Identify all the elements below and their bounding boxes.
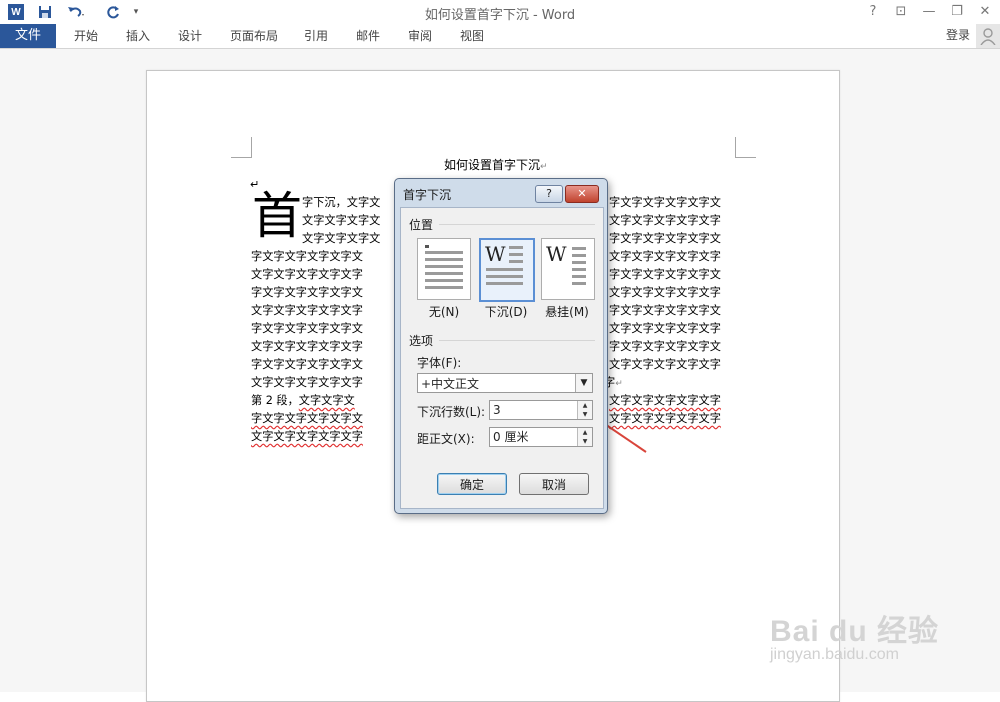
- close-button[interactable]: ✕: [974, 3, 996, 21]
- tab-file[interactable]: 文件: [0, 24, 56, 48]
- avatar[interactable]: [976, 24, 1000, 48]
- font-dropdown[interactable]: +中文正文 ▼: [417, 373, 593, 393]
- spin-up-icon[interactable]: ▲: [578, 428, 592, 437]
- margin-corner-mark: [735, 137, 756, 158]
- tab-home[interactable]: 开始: [74, 24, 98, 48]
- position-none-option[interactable]: [417, 238, 471, 300]
- dialog-close-button[interactable]: ✕: [565, 185, 599, 203]
- body-text-line: 字文字文字文字文字文: [609, 304, 721, 317]
- body-text-line: 文字文字文字文: [302, 214, 381, 227]
- help-button[interactable]: ?: [862, 3, 884, 21]
- paragraph2-right1: 文字文字文字文字文字: [609, 394, 721, 407]
- lines-to-drop-spinner[interactable]: 3 ▲ ▼: [489, 400, 593, 420]
- position-none-label[interactable]: 无(N): [417, 303, 471, 320]
- spin-up-icon[interactable]: ▲: [578, 401, 592, 410]
- margin-corner-mark: [231, 137, 252, 158]
- drop-cap-letter[interactable]: 首: [252, 186, 302, 246]
- body-text-line: 字文字文字文字文字文: [251, 250, 363, 263]
- svg-text:W: W: [485, 242, 506, 266]
- body-text-line: 文字文字文字文字文字: [251, 304, 363, 317]
- tab-review[interactable]: 审阅: [408, 24, 432, 48]
- signin-link[interactable]: 登录: [946, 26, 970, 43]
- tab-page-layout[interactable]: 页面布局: [230, 24, 278, 48]
- body-text-line: 文字文字文字文字文字: [609, 358, 721, 371]
- body-text-line: 字文字文字文字文字文: [251, 358, 363, 371]
- ribbon-display-options-button[interactable]: ⊡: [890, 3, 912, 21]
- distance-from-text-label: 距正文(X):: [417, 432, 475, 446]
- window-title: 如何设置首字下沉 - Word: [424, 8, 576, 23]
- position-dropped-icon: W: [485, 242, 523, 285]
- body-text-line: 字文字文字文字文字文: [609, 232, 721, 245]
- body-text-line: 字文字文字文字文字文: [609, 268, 721, 281]
- chevron-down-icon[interactable]: ▼: [575, 374, 592, 392]
- position-none-icon: [425, 245, 463, 289]
- position-margin-icon: W: [546, 242, 586, 285]
- tab-references[interactable]: 引用: [304, 24, 328, 48]
- body-text-line: 文字文字文字文字文字: [609, 286, 721, 299]
- body-text-line: 文字文字文字文字文字: [251, 340, 363, 353]
- group-divider: [439, 224, 595, 225]
- body-text-line: 文字文字文字文: [302, 232, 381, 245]
- body-text-line: 字文字文字文字文字文: [251, 322, 363, 335]
- svg-text:W: W: [546, 242, 567, 266]
- options-group-label: 选项: [409, 334, 434, 348]
- position-group-label: 位置: [409, 218, 434, 232]
- dialog-help-button[interactable]: ?: [535, 185, 563, 203]
- spin-down-icon[interactable]: ▼: [578, 437, 592, 446]
- document-title: 如何设置首字下沉↵: [444, 158, 548, 172]
- position-margin-option[interactable]: W: [541, 238, 595, 300]
- position-margin-label[interactable]: 悬挂(M): [537, 303, 597, 320]
- font-label: 字体(F):: [417, 356, 462, 370]
- restore-button[interactable]: ❐: [946, 3, 968, 21]
- body-text-line: 字文字文字文字文字文: [609, 196, 721, 209]
- lines-to-drop-label: 下沉行数(L):: [417, 405, 486, 419]
- body-text-line: 字文字文字文字文字文: [251, 286, 363, 299]
- tab-mailings[interactable]: 邮件: [356, 24, 380, 48]
- group-divider: [439, 340, 595, 341]
- position-dropped-label[interactable]: 下沉(D): [479, 303, 533, 320]
- paragraph2-line1: 第 2 段，文字文字文: [251, 394, 355, 407]
- title-bar: W ▾ 如何设置首字下沉 - Word ? ⊡ — ❐ ✕: [0, 0, 1000, 24]
- tab-design[interactable]: 设计: [178, 24, 202, 48]
- tab-insert[interactable]: 插入: [126, 24, 150, 48]
- ok-button[interactable]: 确定: [437, 473, 507, 495]
- body-text-line: 字文字文字文字文字文: [609, 340, 721, 353]
- position-dropped-option[interactable]: W: [479, 238, 535, 302]
- body-text-line: 文字文字文字文字文字: [251, 376, 363, 389]
- baidu-jingyan-watermark: Bai du 经验: [770, 615, 940, 648]
- body-text-line: 文字文字文字文字文字: [609, 250, 721, 263]
- body-text-line: 文字文字文字文字文字: [251, 268, 363, 281]
- tab-view[interactable]: 视图: [460, 24, 484, 48]
- paragraph2-line3: 文字文字文字文字文字: [251, 430, 363, 443]
- spin-down-icon[interactable]: ▼: [578, 410, 592, 419]
- dialog-title: 首字下沉: [403, 188, 452, 202]
- user-icon: [980, 28, 996, 45]
- distance-from-text-spinner[interactable]: 0 厘米 ▲ ▼: [489, 427, 593, 447]
- minimize-button[interactable]: —: [918, 3, 940, 21]
- body-text-line: 字下沉，文字文: [302, 196, 381, 209]
- ribbon-tabs: 文件 开始 插入 设计 页面布局 引用 邮件 审阅 视图 登录: [0, 24, 1000, 48]
- baidu-jingyan-url: jingyan.baidu.com: [770, 646, 899, 663]
- body-text-line: 文字文字文字文字文字: [609, 322, 721, 335]
- drop-cap-dialog: 首字下沉 ? ✕ 位置 W W 无(N) 下沉(D) 悬挂(M) 选项 字体(F…: [394, 178, 608, 514]
- cancel-button[interactable]: 取消: [519, 473, 589, 495]
- body-text-line: 文字文字文字文字文字: [609, 214, 721, 227]
- dialog-body: 位置 W W 无(N) 下沉(D) 悬挂(M) 选项 字体(F): +中文正文 …: [400, 207, 604, 509]
- paragraph2-line2: 字文字文字文字文字文: [251, 412, 363, 425]
